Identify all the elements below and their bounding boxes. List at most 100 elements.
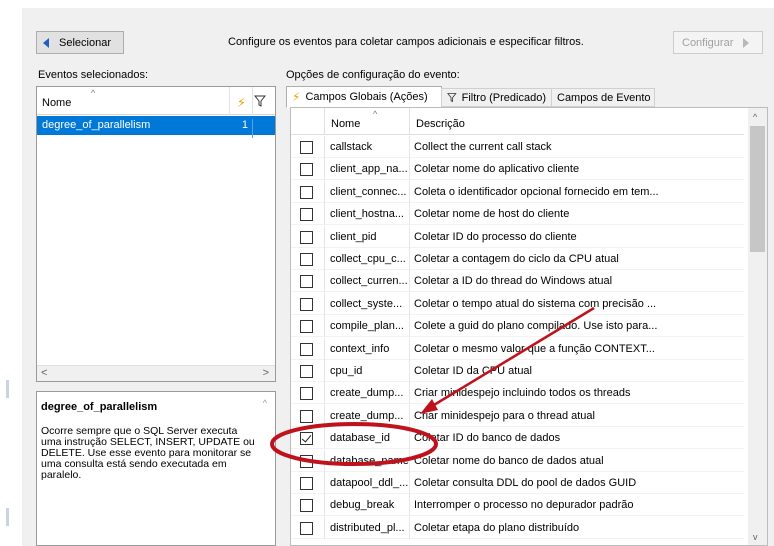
tab-filter[interactable]: Filtro (Predicado) — [441, 88, 552, 107]
scroll-up-icon[interactable]: ^ — [263, 398, 267, 408]
field-description: Coletar nome do banco de dados atual — [414, 454, 604, 467]
field-name: collect_cpu_c... — [324, 248, 410, 270]
field-description: Coletar nome do aplicativo cliente — [414, 163, 580, 176]
field-name: context_info — [324, 337, 410, 360]
field-row[interactable]: client_hostna... Coletar nome de host do … — [291, 203, 744, 226]
field-row[interactable]: compile_plan... Colete a guid do plano co… — [291, 315, 744, 338]
field-row[interactable]: debug_break Interromper o processo no dep… — [291, 494, 744, 517]
field-description: Coletar o mesmo valor que a função CONTE… — [414, 342, 655, 355]
field-row[interactable]: cpu_id Coletar ID da CPU atual — [291, 360, 744, 382]
field-checkbox[interactable] — [300, 185, 313, 199]
field-checkbox[interactable] — [300, 387, 313, 401]
field-row[interactable]: database_id Coletar ID do banco de dados — [291, 427, 744, 450]
field-description: Colete a guid do plano compilado. Use is… — [414, 320, 658, 333]
column-header-name[interactable]: ^ Nome — [324, 108, 410, 135]
field-name: debug_break — [324, 494, 410, 517]
field-row[interactable]: client_app_na... Coletar nome do aplicati… — [291, 158, 744, 181]
field-row[interactable]: client_connec... Coleta o identificador o… — [291, 180, 744, 203]
arrow-left-icon — [43, 37, 49, 48]
field-checkbox[interactable] — [300, 499, 313, 513]
field-name: create_dump... — [324, 404, 410, 427]
field-checkbox[interactable] — [300, 320, 313, 334]
field-row[interactable]: collect_curren... Coletar a ID do thread … — [291, 270, 744, 293]
field-row[interactable]: datapool_ddl_... Coletar consulta DDL do … — [291, 472, 744, 494]
field-checkbox[interactable] — [300, 365, 313, 378]
field-name: distributed_pl... — [324, 516, 410, 539]
field-checkbox[interactable] — [300, 342, 313, 356]
field-row[interactable]: collect_syste... Coletar o tempo atual do… — [291, 292, 744, 315]
field-description: Coletar a ID do thread do Windows atual — [414, 275, 613, 288]
field-row[interactable]: create_dump... Criar minidespejo incluind… — [291, 382, 744, 405]
description-title: degree_of_parallelism — [41, 401, 158, 413]
event-count: 1 — [231, 119, 253, 138]
select-button-label: Selecionar — [59, 36, 111, 49]
event-row[interactable]: degree_of_parallelism 1 — [37, 116, 275, 138]
field-row[interactable]: distributed_pl... Coletar etapa do plano … — [291, 516, 744, 539]
field-name: create_dump... — [324, 382, 410, 405]
event-name: degree_of_parallelism — [42, 119, 151, 131]
scroll-up-icon[interactable]: ^ — [753, 112, 757, 122]
window-edge-marker — [6, 380, 9, 398]
column-header-description[interactable]: Descrição — [411, 108, 465, 135]
scroll-left-icon[interactable]: < — [41, 367, 47, 379]
field-checkbox[interactable] — [300, 275, 313, 289]
sort-ascending-icon: ^ — [91, 88, 96, 98]
scrollbar-thumb[interactable] — [750, 126, 765, 252]
field-name: collect_curren... — [324, 270, 410, 293]
field-description: Coletar etapa do plano distribuído — [414, 521, 580, 534]
selected-events-grid: ^ Nome ⚡ degree_of_parallelism 1 < > — [36, 86, 276, 382]
filter-funnel-icon[interactable] — [253, 95, 274, 110]
field-row[interactable]: create_dump... Criar minidespejo para o t… — [291, 404, 744, 427]
field-description: Coletar ID do processo do cliente — [414, 230, 577, 243]
column-header-name[interactable]: ^ Nome — [37, 87, 230, 115]
field-checkbox[interactable] — [300, 521, 313, 535]
field-name: cpu_id — [324, 360, 410, 382]
field-row[interactable]: context_info Coletar o mesmo valor que a … — [291, 337, 744, 360]
field-description: Coletar nome de host do cliente — [414, 208, 570, 221]
field-description: Interromper o processo no depurador padr… — [414, 499, 634, 512]
field-checkbox[interactable] — [300, 208, 313, 222]
field-name: collect_syste... — [324, 292, 410, 315]
lightning-icon: ⚡ — [292, 90, 301, 104]
field-checkbox[interactable] — [300, 454, 313, 468]
field-checkbox[interactable] — [300, 163, 313, 177]
field-row[interactable]: database_name Coletar nome do banco de da… — [291, 449, 744, 472]
field-name: client_pid — [324, 225, 410, 248]
event-description-panel: degree_of_parallelism ^ Ocorre sempre qu… — [36, 391, 276, 546]
sort-ascending-icon: ^ — [373, 109, 378, 119]
field-checkbox[interactable] — [300, 297, 313, 311]
field-description: Coletar ID do banco de dados — [414, 432, 561, 445]
field-checkbox[interactable] — [300, 141, 313, 154]
field-row[interactable]: collect_cpu_c... Coletar a contagem do ci… — [291, 248, 744, 270]
field-description: Criar minidespejo incluindo todos os thr… — [414, 387, 631, 400]
field-name: client_hostna... — [324, 203, 410, 226]
field-description: Coletar a contagem do ciclo da CPU atual — [414, 253, 619, 265]
field-description: Coletar consulta DDL do pool de dados GU… — [414, 477, 637, 489]
field-description: Coletar ID da CPU atual — [414, 365, 532, 377]
field-checkbox[interactable] — [300, 432, 313, 446]
select-button[interactable]: Selecionar — [36, 31, 124, 54]
field-name: client_connec... — [324, 180, 410, 203]
field-row[interactable]: callstack Collect the current call stack — [291, 136, 744, 158]
lightning-icon[interactable]: ⚡ — [231, 87, 253, 115]
toolbar-hint: Configure os eventos para coletar campos… — [228, 36, 584, 48]
field-checkbox[interactable] — [300, 409, 313, 423]
field-checkbox[interactable] — [300, 253, 313, 266]
field-row[interactable]: client_pid Coletar ID do processo do clie… — [291, 225, 744, 248]
global-fields-grid: ^ Nome Descrição callstack Collect the cu… — [290, 107, 768, 546]
field-name: client_app_na... — [324, 158, 410, 181]
field-checkbox[interactable] — [300, 230, 313, 244]
field-checkbox[interactable] — [300, 477, 313, 490]
selected-events-label: Eventos selecionados: — [38, 69, 149, 81]
configure-button-label: Configurar — [682, 36, 734, 49]
field-description: Criar minidespejo para o thread atual — [414, 409, 595, 422]
tab-global-fields[interactable]: ⚡ Campos Globais (Ações) — [286, 86, 442, 108]
horizontal-scrollbar[interactable]: < > — [37, 365, 275, 381]
vertical-scrollbar[interactable]: ^ v — [748, 108, 767, 545]
scroll-down-icon[interactable]: v — [753, 532, 758, 542]
configure-button[interactable]: Configurar — [673, 31, 763, 54]
tab-event-fields[interactable]: Campos de Evento — [551, 88, 655, 107]
field-name: database_name — [324, 449, 410, 472]
field-name: callstack — [324, 136, 410, 158]
scroll-right-icon[interactable]: > — [263, 367, 269, 379]
